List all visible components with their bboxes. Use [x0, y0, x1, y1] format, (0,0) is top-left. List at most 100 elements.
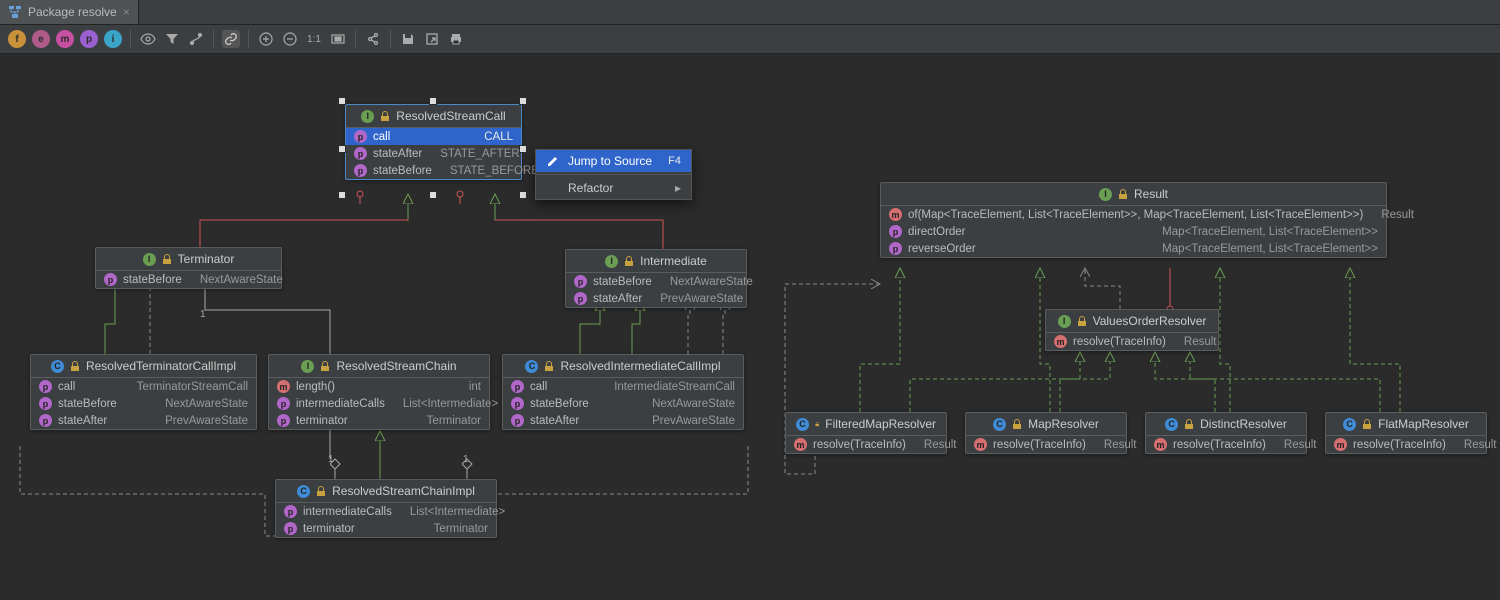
- property-icon: p: [574, 292, 587, 305]
- filter-e-button[interactable]: e: [32, 30, 50, 48]
- class-name: ResolvedIntermediateCallImpl: [560, 359, 720, 373]
- class-name: ResolvedTerminatorCallImpl: [86, 359, 236, 373]
- property-row[interactable]: preverseOrderMap<TraceElement, List<Trac…: [881, 240, 1386, 257]
- method-row[interactable]: mresolve(TraceInfo)Result: [786, 436, 946, 453]
- class-resolved-stream-chain[interactable]: IResolvedStreamChain mlength()int pinter…: [268, 354, 490, 430]
- property-row[interactable]: pstateAfterSTATE_AFTER: [346, 145, 521, 162]
- class-terminator[interactable]: I Terminator pstateBeforeNextAwareState: [95, 247, 282, 289]
- separator: [248, 30, 249, 48]
- multiplicity: 1: [328, 454, 334, 465]
- interface-icon: I: [143, 253, 156, 266]
- lock-icon: [624, 256, 634, 266]
- menu-refactor[interactable]: Refactor▸: [536, 177, 691, 199]
- filter-f-button[interactable]: f: [8, 30, 26, 48]
- lock-icon: [815, 419, 819, 429]
- filter-icon[interactable]: [163, 30, 181, 48]
- lock-icon: [1362, 419, 1372, 429]
- share-icon[interactable]: [364, 30, 382, 48]
- link-icon[interactable]: [222, 30, 240, 48]
- filter-p-button[interactable]: p: [80, 30, 98, 48]
- property-row[interactable]: pstateAfterPrevAwareState: [566, 290, 746, 307]
- class-values-order-resolver[interactable]: IValuesOrderResolver mresolve(TraceInfo)…: [1045, 309, 1219, 351]
- class-map-resolver[interactable]: CMapResolver mresolve(TraceInfo)Result: [965, 412, 1127, 454]
- lock-icon: [1012, 419, 1022, 429]
- class-result[interactable]: I Result mof(Map<TraceElement, List<Trace…: [880, 182, 1387, 258]
- property-row[interactable]: pcallCALL: [346, 128, 521, 145]
- property-icon: p: [354, 164, 367, 177]
- class-filtered-map-resolver[interactable]: CFilteredMapResolver mresolve(TraceInfo)…: [785, 412, 947, 454]
- separator: [213, 30, 214, 48]
- close-icon[interactable]: ×: [123, 5, 130, 19]
- class-flat-map-resolver[interactable]: CFlatMapResolver mresolve(TraceInfo)Resu…: [1325, 412, 1487, 454]
- property-icon: p: [889, 225, 902, 238]
- property-icon: p: [354, 147, 367, 160]
- class-name: Terminator: [178, 252, 235, 266]
- class-name: ValuesOrderResolver: [1093, 314, 1207, 328]
- property-icon: p: [354, 130, 367, 143]
- interface-icon: I: [1099, 188, 1112, 201]
- class-icon: C: [1343, 418, 1356, 431]
- property-row[interactable]: pterminatorTerminator: [269, 412, 489, 429]
- print-icon[interactable]: [447, 30, 465, 48]
- filter-m-button[interactable]: m: [56, 30, 74, 48]
- separator: [536, 174, 691, 175]
- method-row[interactable]: mresolve(TraceInfo)Result: [1146, 436, 1306, 453]
- method-row[interactable]: mresolve(TraceInfo)Result: [1326, 436, 1486, 453]
- context-menu[interactable]: Jump to SourceF4 Refactor▸: [535, 149, 692, 200]
- class-name: ResolvedStreamChain: [336, 359, 456, 373]
- method-row[interactable]: mlength()int: [269, 378, 489, 395]
- visibility-icon[interactable]: [139, 30, 157, 48]
- property-row[interactable]: pstateBeforeNextAwareState: [31, 395, 256, 412]
- lock-icon: [1118, 189, 1128, 199]
- class-name: DistinctResolver: [1200, 417, 1287, 431]
- property-row[interactable]: pstateBeforeNextAwareState: [566, 273, 746, 290]
- class-resolved-stream-chain-impl[interactable]: CResolvedStreamChainImpl pintermediateCa…: [275, 479, 497, 538]
- fit-content-icon[interactable]: [329, 30, 347, 48]
- property-icon: p: [889, 242, 902, 255]
- property-row[interactable]: pterminatorTerminator: [276, 520, 496, 537]
- chevron-right-icon: ▸: [675, 181, 681, 195]
- tab-bar: Package resolve ×: [0, 0, 1500, 25]
- editor-tab[interactable]: Package resolve ×: [0, 0, 139, 24]
- class-resolved-intermediate-impl[interactable]: C ResolvedIntermediateCallImpl pcallInter…: [502, 354, 744, 430]
- property-row[interactable]: pstateBeforeSTATE_BEFORE: [346, 162, 521, 179]
- property-icon: p: [104, 273, 117, 286]
- property-row[interactable]: pstateBeforeNextAwareState: [96, 271, 281, 288]
- property-icon: p: [277, 414, 290, 427]
- class-name: Result: [1134, 187, 1168, 201]
- property-icon: p: [511, 380, 524, 393]
- method-row[interactable]: mresolve(TraceInfo)Result: [966, 436, 1126, 453]
- property-icon: p: [511, 414, 524, 427]
- property-row[interactable]: pintermediateCallsList<Intermediate>: [276, 503, 496, 520]
- class-icon: C: [297, 485, 310, 498]
- class-icon: C: [525, 360, 538, 373]
- class-resolved-stream-call[interactable]: IResolvedStreamCall pcallCALL pstateAfte…: [345, 104, 522, 180]
- route-icon[interactable]: [187, 30, 205, 48]
- method-row[interactable]: mresolve(TraceInfo)Result: [1046, 333, 1218, 350]
- zoom-in-icon[interactable]: [257, 30, 275, 48]
- property-icon: p: [284, 522, 297, 535]
- method-row[interactable]: mof(Map<TraceElement, List<TraceElement>…: [881, 206, 1386, 223]
- edges-layer: [0, 54, 1500, 600]
- property-icon: p: [511, 397, 524, 410]
- property-row[interactable]: pcallTerminatorStreamCall: [31, 378, 256, 395]
- zoom-out-icon[interactable]: [281, 30, 299, 48]
- toolbar: f e m p i 1:1: [0, 25, 1500, 54]
- separator: [130, 30, 131, 48]
- export-icon[interactable]: [423, 30, 441, 48]
- property-row[interactable]: pstateBeforeNextAwareState: [503, 395, 743, 412]
- menu-jump-to-source[interactable]: Jump to SourceF4: [536, 150, 691, 172]
- property-row[interactable]: pdirectOrderMap<TraceElement, List<Trace…: [881, 223, 1386, 240]
- property-row[interactable]: pcallIntermediateStreamCall: [503, 378, 743, 395]
- property-row[interactable]: pstateAfterPrevAwareState: [503, 412, 743, 429]
- property-row[interactable]: pintermediateCallsList<Intermediate>: [269, 395, 489, 412]
- property-row[interactable]: pstateAfterPrevAwareState: [31, 412, 256, 429]
- class-distinct-resolver[interactable]: CDistinctResolver mresolve(TraceInfo)Res…: [1145, 412, 1307, 454]
- diagram-canvas[interactable]: 1 1 1 IResolvedStreamCall pcallCALL psta…: [0, 54, 1500, 600]
- method-icon: m: [277, 380, 290, 393]
- class-resolved-terminator-impl[interactable]: CResolvedTerminatorCallImpl pcallTermina…: [30, 354, 257, 430]
- fit-icon[interactable]: 1:1: [305, 30, 323, 48]
- save-icon[interactable]: [399, 30, 417, 48]
- class-intermediate[interactable]: IIntermediate pstateBeforeNextAwareState…: [565, 249, 747, 308]
- filter-i-button[interactable]: i: [104, 30, 122, 48]
